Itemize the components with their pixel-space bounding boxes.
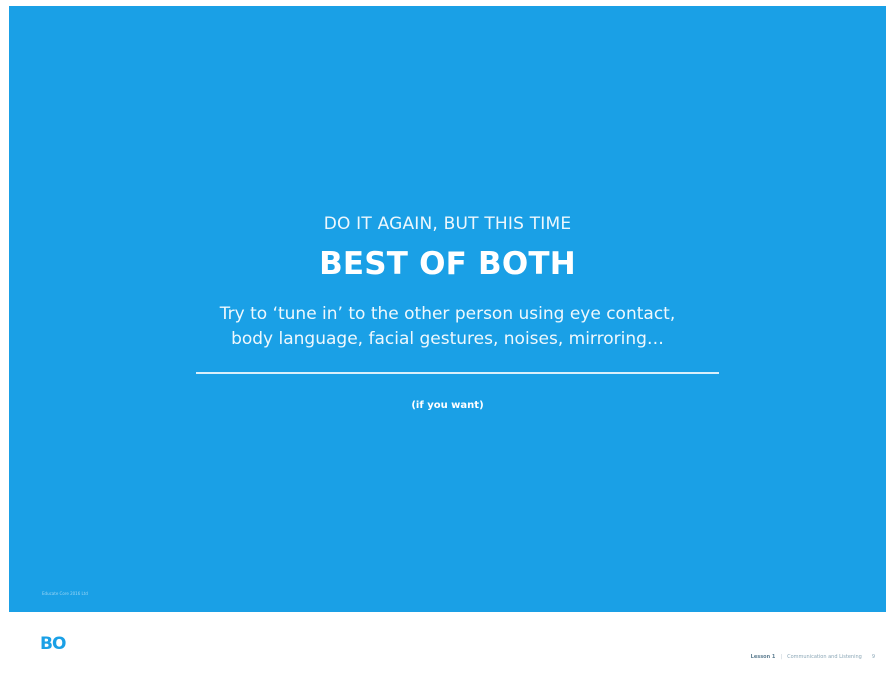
- lesson-label: Lesson 1: [750, 654, 776, 660]
- footer-separator: |: [780, 654, 783, 660]
- slide-canvas: DO IT AGAIN, BUT THIS TIME BEST OF BOTH …: [9, 6, 886, 612]
- slide-title: BEST OF BOTH: [319, 246, 576, 282]
- slide-note: (if you want): [411, 400, 484, 411]
- logo-mark: BO: [40, 634, 66, 654]
- footer-info: Lesson 1 | Communication and Listening 9: [751, 654, 875, 660]
- slide-kicker: DO IT AGAIN, BUT THIS TIME: [323, 214, 572, 234]
- body-line-2: body language, facial gestures, noises, …: [231, 329, 664, 349]
- copyright-text: Educate Core 2016 Ltd: [42, 591, 88, 596]
- body-line-1: Try to ‘tune in’ to the other person usi…: [219, 304, 676, 324]
- lesson-title: Communication and Listening: [787, 654, 862, 660]
- divider: [196, 372, 719, 374]
- brand-logo: BO: [40, 636, 66, 653]
- page-number: 9: [871, 654, 875, 660]
- slide-body: Try to ‘tune in’ to the other person usi…: [9, 302, 886, 352]
